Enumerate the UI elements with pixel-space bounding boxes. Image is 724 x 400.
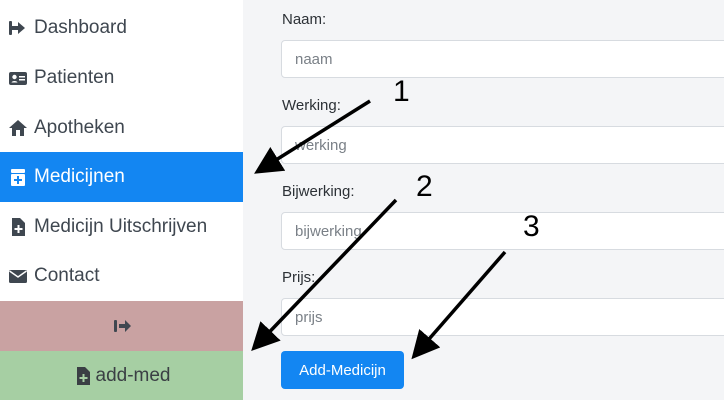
bijwerking-label: Bijwerking: [282,183,355,200]
sidebar-item-medicijn-uitschrijven[interactable]: Medicijn Uitschrijven [0,202,243,252]
medkit-icon [11,169,25,186]
sidebar-item-dashboard[interactable]: Dashboard [0,3,243,53]
id-card-icon [9,72,27,85]
sidebar-item-label: Apotheken [34,117,125,138]
annotation-label-2: 2 [416,170,433,203]
naam-input[interactable] [281,40,724,78]
prijs-input[interactable] [281,298,724,336]
logout-button[interactable] [0,301,243,351]
add-med-label: add-med [95,365,171,386]
sign-out-icon [113,320,131,332]
sidebar-item-apotheken[interactable]: Apotheken [0,103,243,153]
annotation-label-1: 1 [393,75,410,108]
sidebar-item-label: Medicijnen [34,166,125,187]
file-medical-icon [76,367,90,385]
envelope-icon [9,270,27,283]
file-medical-icon [12,218,25,236]
main-content: Naam: Werking: Bijwerking: Prijs: Add-Me… [243,0,724,400]
sidebar-item-label: Contact [34,265,100,286]
sidebar-item-patienten[interactable]: Patienten [0,53,243,103]
sidebar-item-medicijnen[interactable]: Medicijnen [0,152,243,202]
sidebar-item-contact[interactable]: Contact [0,251,243,301]
sidebar-item-label: Dashboard [34,17,127,38]
sidebar-item-label: Medicijn Uitschrijven [34,216,208,237]
home-icon [9,120,27,136]
annotation-label-3: 3 [523,210,540,243]
prijs-label: Prijs: [282,269,316,286]
werking-input[interactable] [281,126,724,164]
add-med-button[interactable]: add-med [0,351,243,400]
sidebar: Dashboard Patienten Apotheken Medicijnen… [0,0,243,400]
naam-label: Naam: [282,11,327,28]
page: Dashboard Patienten Apotheken Medicijnen… [0,0,724,400]
bijwerking-input[interactable] [281,212,724,250]
werking-label: Werking: [282,97,341,114]
add-medicijn-button[interactable]: Add-Medicijn [281,351,404,389]
sidebar-item-label: Patienten [34,67,115,88]
sign-in-icon [9,21,25,35]
